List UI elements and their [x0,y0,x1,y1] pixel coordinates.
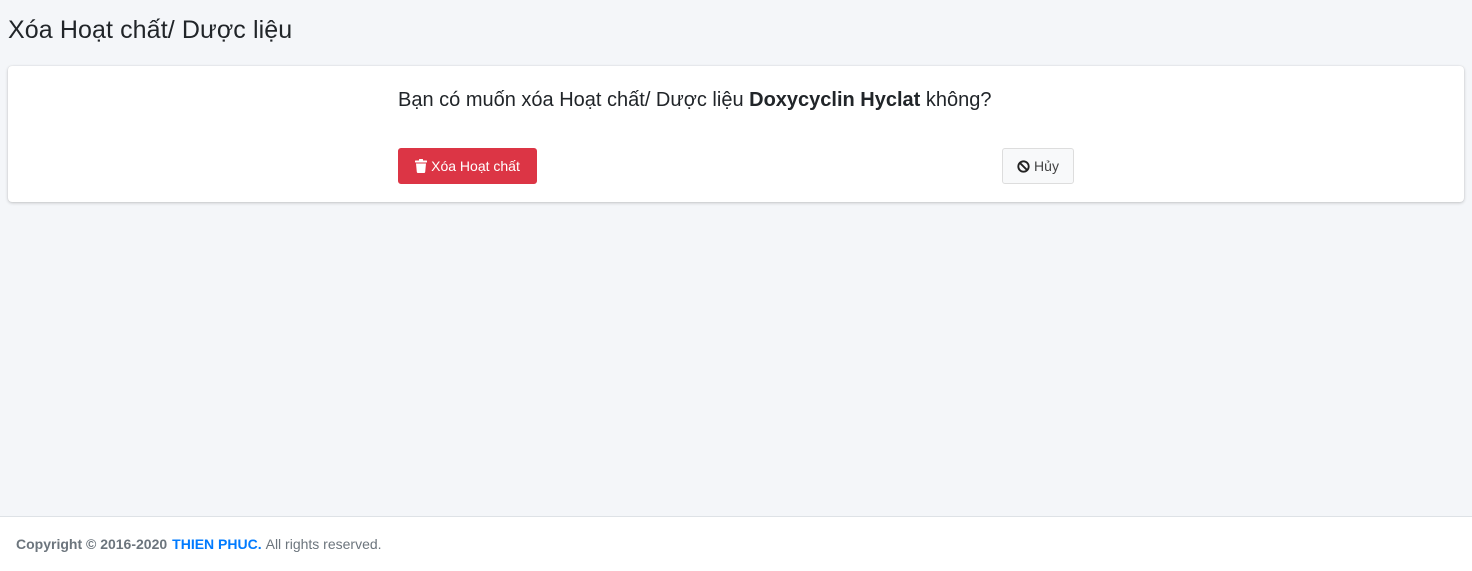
cancel-button[interactable]: Hủy [1002,148,1074,184]
cancel-button-label: Hủy [1034,158,1059,174]
content-header: Xóa Hoạt chất/ Dược liệu [8,14,292,46]
delete-button-label: Xóa Hoạt chất [431,158,520,174]
confirm-prefix: Bạn có muốn xóa Hoạt chất/ Dược liệu [398,89,750,111]
trash-icon [415,159,428,173]
confirm-card: Bạn có muốn xóa Hoạt chất/ Dược liệu Dox… [8,66,1464,202]
page-title: Xóa Hoạt chất/ Dược liệu [8,16,293,44]
company-link[interactable]: THIEN PHUC. [172,536,261,552]
confirm-message: Bạn có muốn xóa Hoạt chất/ Dược liệu Dox… [398,88,1038,113]
footer: Copyright © 2016-2020 THIEN PHUC. All ri… [0,516,1472,571]
ban-icon [1017,159,1030,173]
confirm-suffix: không? [920,89,992,111]
copyright-text: Copyright © 2016-2020 [16,536,168,552]
rights-text: All rights reserved. [265,536,382,552]
item-name: Doxycyclin Hyclat [749,89,921,111]
delete-button[interactable]: Xóa Hoạt chất [398,148,537,184]
